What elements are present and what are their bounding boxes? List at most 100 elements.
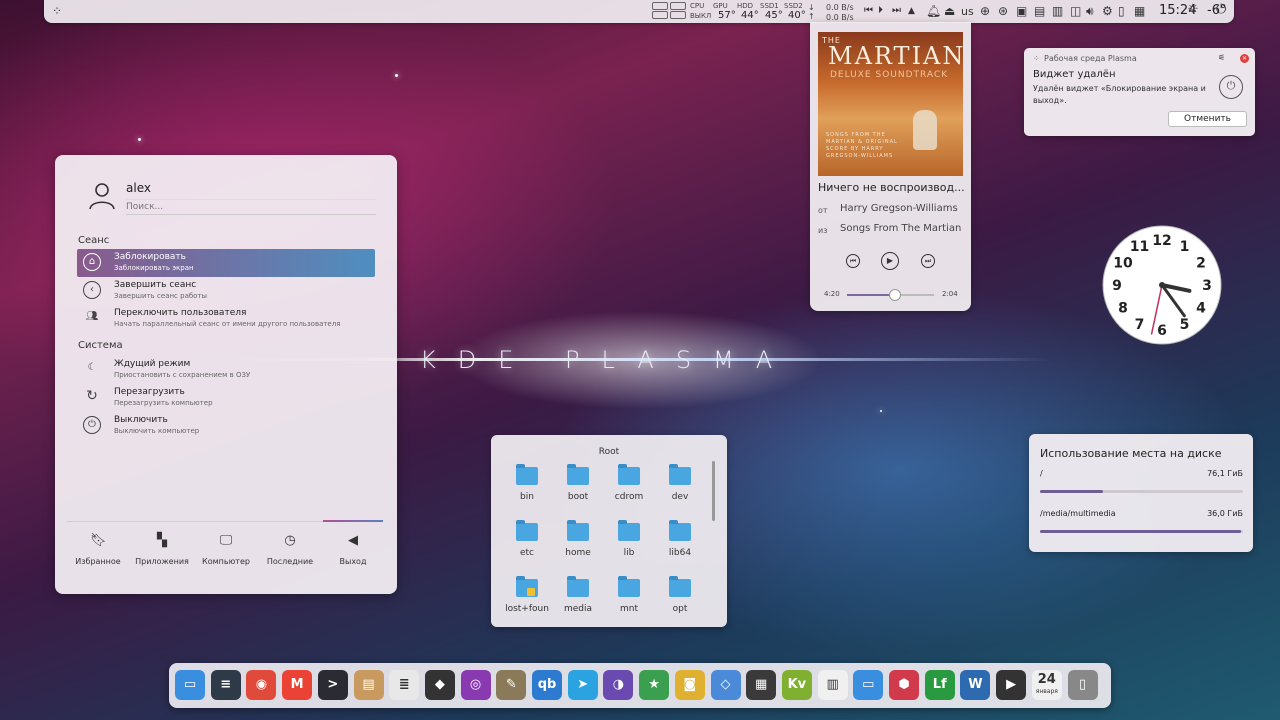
notification-body: Удалён виджет «Блокирование экрана и вых… xyxy=(1033,84,1206,105)
folder-item[interactable]: lib xyxy=(603,520,655,571)
disk-size: 76,1 ГиБ xyxy=(1207,469,1243,478)
folder-item[interactable]: cdrom xyxy=(603,464,655,515)
play-button[interactable]: ▶ xyxy=(881,252,899,270)
folder-icon xyxy=(516,576,538,597)
vpn-icon[interactable]: ⊕ xyxy=(980,4,990,18)
disk-usage-bar xyxy=(1040,490,1243,493)
analog-clock[interactable]: 12 12 3 45678 9 1011 xyxy=(1102,225,1222,345)
folder-item[interactable]: home xyxy=(552,520,604,571)
media-prev-icon[interactable]: ⏮ xyxy=(864,4,873,18)
media-play-icon[interactable]: ⏵ xyxy=(878,4,883,18)
inkscape-icon[interactable]: ◆ xyxy=(424,670,455,700)
tab-leave[interactable]: ◀ Выход xyxy=(321,533,385,573)
screen-settings-icon[interactable]: ▥ xyxy=(817,670,848,700)
folder-item[interactable]: bin xyxy=(501,464,553,515)
calculator-icon[interactable]: ▦ xyxy=(746,670,777,700)
color-picker-icon[interactable]: ◎ xyxy=(460,670,491,700)
folder-item[interactable]: boot xyxy=(552,464,604,515)
folder-label: cdrom xyxy=(614,492,644,502)
disk-usage-bar xyxy=(1040,530,1243,533)
gimp-icon[interactable]: ✎ xyxy=(496,670,527,700)
seek-fill xyxy=(847,294,895,296)
lf-icon[interactable]: Lf xyxy=(924,670,955,700)
dolphin-icon[interactable]: ▭ xyxy=(175,670,205,700)
hdd-temp: 44° xyxy=(741,10,759,21)
tab-recent[interactable]: ◷ Последние xyxy=(258,533,322,573)
item-title: Завершить сеанс xyxy=(114,280,197,290)
monitor-icon[interactable]: W xyxy=(960,670,991,700)
weather-sun-icon[interactable]: ☼ xyxy=(1187,3,1199,17)
telegram-icon[interactable]: ➤ xyxy=(567,670,598,700)
seek-handle[interactable] xyxy=(888,289,901,301)
logout-item[interactable]: ‹ Завершить сеанс Завершить сеанс работы xyxy=(77,277,375,305)
terminal-icon[interactable]: > xyxy=(317,670,348,700)
power-icon[interactable]: ⏻ xyxy=(1216,3,1226,17)
undo-button[interactable]: Отменить xyxy=(1168,111,1247,127)
folder-label: boot xyxy=(567,492,589,502)
folder-label: lib xyxy=(623,548,635,558)
media-next-icon[interactable]: ⏭ xyxy=(892,4,901,18)
calendar-day: 24 xyxy=(1037,672,1056,687)
qbittorrent-icon[interactable]: qb xyxy=(532,670,562,700)
favorites-icon[interactable]: ★ xyxy=(639,670,670,700)
settings-icon[interactable]: ⚙ xyxy=(1102,4,1113,18)
lock-item[interactable]: ⌂ Заблокировать Заблокировать экран xyxy=(77,249,375,277)
suspend-item[interactable]: ☾ Ждущий режим Приостановить с сохранени… xyxy=(77,356,375,384)
dock: ▭ ≡ ◉ M > ▤ ≣ ◆ ◎ ✎ qb ➤ ◑ ★ ◙ ◇ ▦ Kv ▥ ▭ ⬢ Lf W ▶ 24 января ▯ xyxy=(169,663,1111,708)
folder-item[interactable]: opt xyxy=(654,576,706,627)
folder-item[interactable]: dev xyxy=(654,464,706,515)
media-player-icon[interactable]: ▶ xyxy=(996,670,1027,700)
text-editor-icon[interactable]: ≣ xyxy=(389,670,420,700)
speaker-icon[interactable]: 🔊︎ xyxy=(1086,4,1094,18)
folder-item[interactable]: media xyxy=(552,576,604,627)
plasma-menu-icon[interactable]: ⁘ xyxy=(52,4,62,18)
bluetooth-icon[interactable]: ▤ xyxy=(1034,4,1045,18)
folder-label: etc xyxy=(519,548,534,558)
tab-label: Компьютер xyxy=(202,557,250,566)
stat-label-hdd: HDD xyxy=(737,2,754,10)
kvantum-icon[interactable]: Kv xyxy=(781,670,812,700)
system-settings-icon[interactable]: ≡ xyxy=(210,670,241,700)
network-icon[interactable]: ⊛ xyxy=(998,4,1008,18)
tab-applications[interactable]: ▚ Приложения xyxy=(130,533,194,573)
security-icon[interactable]: ⬢ xyxy=(889,670,919,700)
tab-favorites[interactable]: 🔖︎ Избранное xyxy=(66,533,130,573)
previous-track-button[interactable]: ⏮ xyxy=(846,254,860,268)
notifications-bell-icon[interactable]: 🔔︎ xyxy=(926,4,941,18)
display-icon[interactable]: ▦ xyxy=(1134,4,1145,18)
files-icon[interactable]: ▭ xyxy=(853,670,884,700)
section-session: Сеанс xyxy=(78,235,110,246)
folder-item[interactable]: lib64 xyxy=(654,520,706,571)
radio-icon[interactable]: ◙ xyxy=(674,670,705,700)
configure-icon[interactable]: ⚟ xyxy=(1218,53,1225,62)
folder-item[interactable]: mnt xyxy=(603,576,655,627)
tab-label: Последние xyxy=(266,557,314,566)
close-icon[interactable]: ✕ xyxy=(1240,54,1249,63)
folder-item[interactable]: lost+foun xyxy=(501,576,553,627)
phone-icon[interactable]: ▯ xyxy=(1118,4,1125,18)
calendar-icon[interactable]: 24 января xyxy=(1031,670,1062,700)
github-icon[interactable]: ◑ xyxy=(603,670,634,700)
usb-icon[interactable]: ▥ xyxy=(1052,4,1063,18)
archive-icon[interactable]: ▤ xyxy=(353,670,384,700)
switch-user-item[interactable]: 👥︎ Переключить пользователя Начать парал… xyxy=(77,305,375,333)
volume-icon[interactable]: ◫ xyxy=(1070,4,1081,18)
keyboard-layout[interactable]: us xyxy=(961,5,974,19)
seek-slider[interactable] xyxy=(847,289,934,301)
gmail-icon[interactable]: M xyxy=(282,670,313,700)
tray-expand-icon[interactable]: ▲ xyxy=(908,4,915,18)
stat-label-ssd1: SSD1 xyxy=(760,2,779,10)
folder-label: opt xyxy=(672,604,688,614)
search-input[interactable]: Поиск... xyxy=(126,199,376,215)
scrollbar[interactable] xyxy=(712,461,715,521)
trash-icon[interactable]: ▯ xyxy=(1067,670,1098,700)
clipboard-icon[interactable]: ▣ xyxy=(1016,4,1027,18)
folder-item[interactable]: etc xyxy=(501,520,553,571)
kstars-icon[interactable]: ◇ xyxy=(710,670,741,700)
tab-computer[interactable]: 🖵︎ Компьютер xyxy=(194,533,258,573)
chrome-icon[interactable]: ◉ xyxy=(246,670,277,700)
next-track-button[interactable]: ⏭ xyxy=(921,254,935,268)
shutdown-item[interactable]: ⏻ Выключить Выключить компьютер xyxy=(77,412,375,440)
reboot-item[interactable]: ↻ Перезагрузить Перезагрузить компьютер xyxy=(77,384,375,412)
eject-icon[interactable]: ⏏ xyxy=(944,4,955,18)
